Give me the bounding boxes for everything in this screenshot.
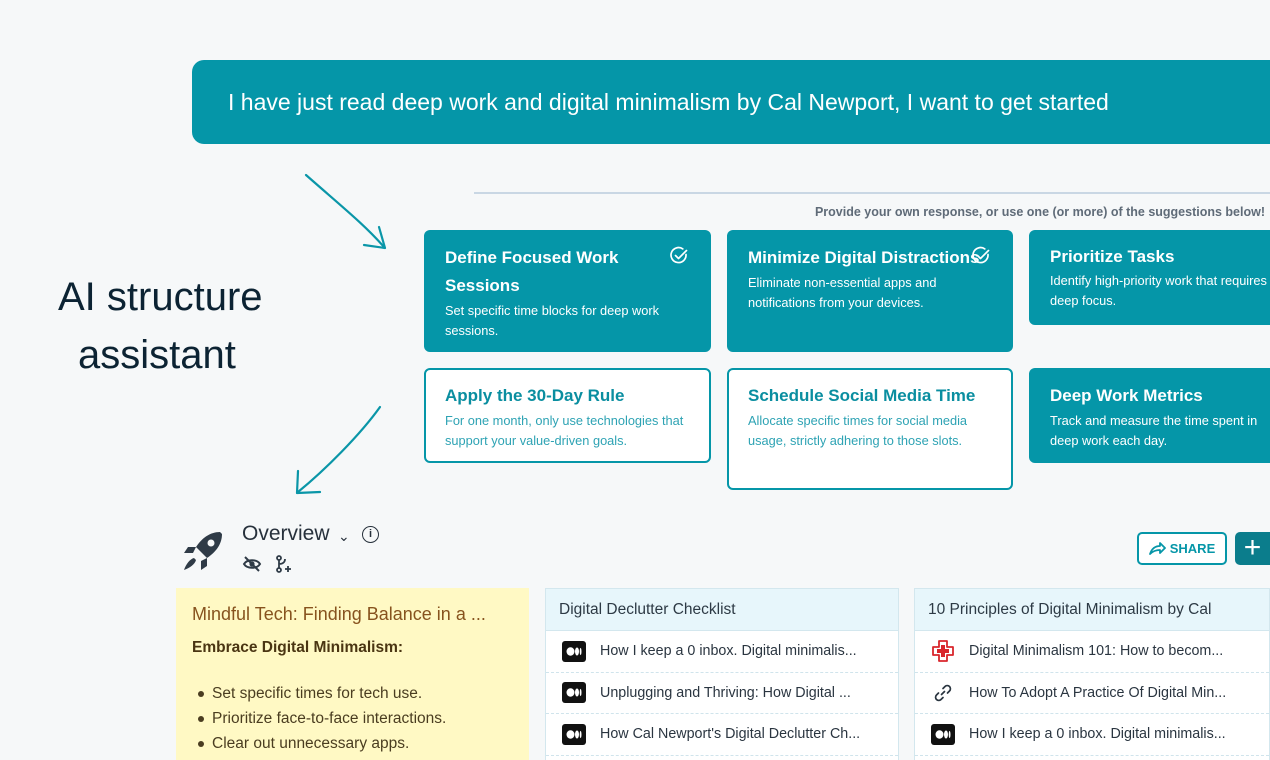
note-title: Mindful Tech: Finding Balance in a ... — [192, 604, 486, 624]
list-item[interactable]: How Cal Newport's Digital Declutter Ch..… — [546, 714, 898, 756]
note-bullet: Clear out unnecessary apps. — [198, 731, 513, 756]
share-button[interactable]: SHARE — [1137, 532, 1227, 565]
list-item-label: How I keep a 0 inbox. Digital minimalis.… — [969, 726, 1226, 743]
suggestion-title: Deep Work Metrics — [1050, 386, 1203, 405]
eye-off-icon[interactable] — [242, 554, 262, 574]
check-circle-icon — [670, 246, 688, 264]
overview-title[interactable]: Overview — [242, 522, 330, 546]
suggestion-title: Prioritize Tasks — [1050, 247, 1175, 266]
note-bullet-list: Set specific times for tech use. Priorit… — [192, 681, 513, 756]
suggestion-description: Eliminate non-essential apps and notific… — [748, 275, 937, 310]
suggestion-description: Allocate specific times for social media… — [748, 413, 968, 448]
list-item[interactable]: How I keep a 0 inbox. Digital minimalis.… — [915, 714, 1269, 756]
medium-icon — [562, 682, 586, 704]
suggestion-card[interactable]: Prioritize Tasks Identify high-priority … — [1029, 230, 1270, 325]
list-item-label: Digital Minimalism 101: How to becom... — [969, 643, 1224, 660]
suggestions-hint: Provide your own response, or use one (o… — [814, 205, 1265, 219]
suggestion-card[interactable]: Minimize Digital Distractions Eliminate … — [727, 230, 1013, 352]
annotation-line-2: assistant — [78, 333, 236, 377]
list-item[interactable]: Unplugging and Thriving: How Digital ... — [546, 673, 898, 714]
share-arrow-icon — [1148, 542, 1166, 555]
cross-site-icon — [932, 640, 954, 663]
suggestion-title: Minimize Digital Distractions — [748, 248, 980, 267]
info-icon[interactable]: i — [362, 526, 379, 543]
suggestion-title: Define Focused Work Sessions — [445, 248, 619, 295]
panel-title[interactable]: 10 Principles of Digital Minimalism by C… — [915, 589, 1269, 631]
list-item-label: How Cal Newport's Digital Declutter Ch..… — [600, 726, 861, 743]
note-bullet: Prioritize face-to-face interactions. — [198, 706, 513, 731]
chevron-down-icon[interactable]: ⌄ — [338, 528, 350, 545]
panel-title[interactable]: Digital Declutter Checklist — [546, 589, 898, 631]
share-label: SHARE — [1169, 541, 1216, 556]
prompt-bar[interactable]: I have just read deep work and digital m… — [192, 60, 1270, 144]
list-item[interactable]: How To Adopt A Practice Of Digital Min..… — [915, 673, 1269, 714]
annotation-line-1: AI structure — [58, 275, 263, 319]
list-item-label: How To Adopt A Practice Of Digital Min..… — [969, 684, 1227, 701]
suggestion-card[interactable]: Schedule Social Media Time Allocate spec… — [727, 368, 1013, 490]
rocket-icon — [184, 532, 222, 570]
annotation-arrows — [295, 173, 387, 495]
suggestion-description: Set specific time blocks for deep work s… — [445, 303, 660, 338]
suggestion-description: Identify high-priority work that require… — [1050, 273, 1267, 308]
suggestion-title: Schedule Social Media Time — [748, 386, 976, 405]
list-item-label: Unplugging and Thriving: How Digital ... — [600, 684, 851, 701]
add-button[interactable]: + — [1235, 532, 1270, 565]
resource-panel: Digital Declutter Checklist How I keep a… — [545, 588, 899, 760]
suggestion-card[interactable]: Deep Work Metrics Track and measure the … — [1029, 368, 1270, 463]
suggestion-description: Track and measure the time spent in deep… — [1050, 413, 1258, 448]
prompt-text: I have just read deep work and digital m… — [228, 89, 1109, 115]
note-card[interactable]: Mindful Tech: Finding Balance in a ... E… — [176, 588, 529, 760]
note-subtitle: Embrace Digital Minimalism: — [192, 639, 404, 656]
list-item-label: How I keep a 0 inbox. Digital minimalis.… — [600, 643, 857, 660]
suggestion-card[interactable]: Define Focused Work Sessions Set specifi… — [424, 230, 711, 352]
list-item[interactable]: How I keep a 0 inbox. Digital minimalis.… — [546, 631, 898, 673]
suggestion-title: Apply the 30-Day Rule — [445, 386, 625, 405]
suggestion-card[interactable]: Apply the 30-Day Rule For one month, onl… — [424, 368, 711, 463]
resource-panel: 10 Principles of Digital Minimalism by C… — [914, 588, 1270, 760]
note-bullet: Set specific times for tech use. — [198, 681, 513, 706]
check-circle-icon — [972, 246, 990, 264]
medium-icon — [931, 723, 955, 745]
divider — [474, 192, 1270, 194]
branch-add-icon[interactable] — [274, 554, 294, 574]
medium-icon — [562, 640, 586, 662]
link-icon — [931, 682, 955, 703]
medium-icon — [562, 723, 586, 745]
list-item[interactable]: Digital Minimalism 101: How to becom... — [915, 631, 1269, 673]
suggestion-description: For one month, only use technologies tha… — [445, 413, 684, 448]
